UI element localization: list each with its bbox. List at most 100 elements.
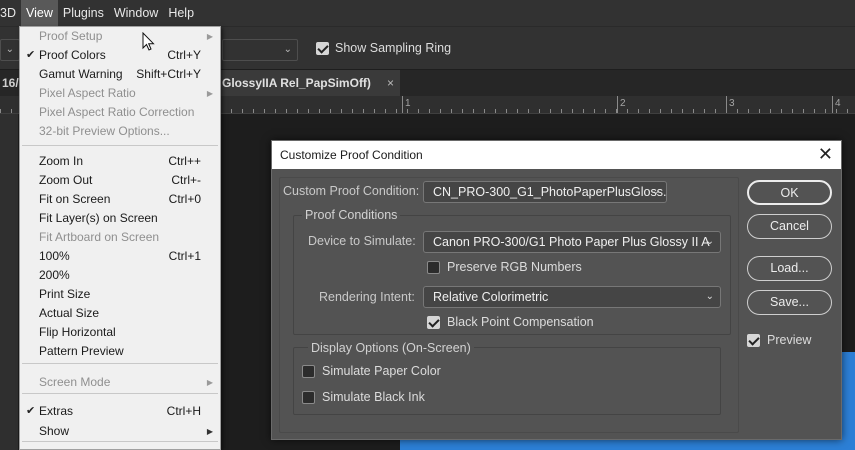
menu-window[interactable]: Window — [109, 0, 163, 26]
ruler-major-tick — [726, 96, 727, 113]
simulate-black-ink-option[interactable]: Simulate Black Ink — [302, 390, 425, 404]
simulate-black-ink-checkbox[interactable] — [302, 390, 315, 404]
menu-item-extras[interactable]: ✔ Extras Ctrl+H — [20, 402, 220, 421]
cancel-button[interactable]: Cancel — [747, 214, 832, 239]
menu-item-label: Fit on Screen — [39, 192, 111, 206]
simulate-paper-color-checkbox[interactable] — [302, 364, 315, 378]
menu-plugins[interactable]: Plugins — [58, 0, 109, 26]
document-tab-active[interactable]: GlossyIIA Rel_PapSimOff) × — [218, 70, 400, 96]
menu-item-label: Gamut Warning — [39, 67, 123, 81]
menu-item-shortcut: Ctrl+H — [166, 404, 201, 418]
menu-item-zoom-in[interactable]: Zoom In Ctrl++ — [20, 152, 220, 171]
ruler-tick — [495, 109, 496, 113]
custom-proof-condition-select[interactable]: CN_PRO-300_G1_PhotoPaperPlusGloss... ⌄ — [423, 181, 667, 203]
menu-item-proof-colors[interactable]: ✔ Proof Colors Ctrl+Y — [20, 46, 220, 65]
ruler-tick — [539, 109, 540, 113]
preserve-rgb-option[interactable]: Preserve RGB Numbers — [427, 260, 582, 274]
menu-item-label: Proof Colors — [39, 48, 106, 62]
proof-conditions-heading: Proof Conditions — [302, 208, 401, 222]
menu-separator — [22, 393, 218, 394]
menu-item-fit-layer-s-on-screen[interactable]: Fit Layer(s) on Screen — [20, 209, 220, 228]
chevron-down-icon: ⌄ — [5, 44, 14, 55]
ruler-tick — [286, 109, 287, 113]
chevron-down-icon: ⌄ — [705, 291, 714, 302]
ruler-tick — [770, 109, 771, 113]
ruler-tick — [473, 109, 474, 113]
ruler-tick — [264, 109, 265, 113]
menu-item-100[interactable]: 100% Ctrl+1 — [20, 247, 220, 266]
mouse-cursor-icon — [142, 32, 155, 51]
menu-item-flip-horizontal[interactable]: Flip Horizontal — [20, 323, 220, 342]
ruler-tick — [836, 109, 837, 113]
ruler-tick — [363, 109, 364, 113]
preview-option[interactable]: Preview — [747, 333, 811, 347]
close-icon[interactable]: × — [387, 70, 394, 96]
menu-item-label: Actual Size — [39, 306, 100, 320]
menu-item-label: Show — [39, 424, 70, 438]
document-tab-previous[interactable]: 16/ — [0, 70, 19, 96]
preview-label: Preview — [767, 333, 812, 347]
ruler-tick — [671, 109, 672, 113]
device-to-simulate-value: Canon PRO-300/G1 Photo Paper Plus Glossy… — [433, 235, 710, 249]
preview-checkbox[interactable] — [747, 333, 760, 347]
device-to-simulate-select[interactable]: Canon PRO-300/G1 Photo Paper Plus Glossy… — [423, 231, 721, 253]
menu-item-label: Fit Layer(s) on Screen — [39, 211, 158, 225]
simulate-paper-color-option[interactable]: Simulate Paper Color — [302, 364, 441, 378]
black-point-checkbox[interactable] — [427, 315, 440, 329]
load-button[interactable]: Load... — [747, 256, 832, 281]
menu-item-actual-size[interactable]: Actual Size — [20, 304, 220, 323]
menu-view[interactable]: View — [20, 0, 58, 26]
ruler-tick — [341, 109, 342, 113]
ruler-tick — [308, 109, 309, 113]
preserve-rgb-checkbox[interactable] — [427, 260, 440, 274]
menu-item-label: Fit Artboard on Screen — [39, 230, 160, 244]
menu-item-32-bit-preview-options: 32-bit Preview Options... — [20, 122, 220, 141]
ruler-tick — [407, 109, 408, 113]
dialog-title-bar: Customize Proof Condition ✕ — [272, 141, 841, 169]
ruler-tick — [814, 109, 815, 113]
ruler-tick — [528, 109, 529, 113]
view-menu-dropdown: Proof Setup ▶ ✔ Proof Colors Ctrl+Y Gamut War… — [19, 26, 221, 450]
show-sampling-ring-label: Show Sampling Ring — [335, 41, 452, 55]
ruler-tick — [385, 109, 386, 113]
sample-size-dropdown[interactable]: ⌄ — [0, 39, 20, 61]
ruler-tick — [572, 109, 573, 113]
menu-item-label: Zoom Out — [39, 173, 93, 187]
ruler-tick — [737, 109, 738, 113]
chevron-down-icon: ⌄ — [283, 44, 292, 55]
ruler-tick — [418, 109, 419, 113]
menu-item-fit-on-screen[interactable]: Fit on Screen Ctrl+0 — [20, 190, 220, 209]
submenu-arrow-icon: ▶ — [206, 427, 213, 436]
menu-item-pixel-aspect-ratio: Pixel Aspect Ratio ▶ — [20, 84, 220, 103]
menu-item-pattern-preview[interactable]: Pattern Preview — [20, 342, 220, 361]
sample-layers-dropdown[interactable]: ⌄ — [222, 39, 298, 61]
menu-item-label: Screen Mode — [39, 375, 111, 389]
menu-item-show[interactable]: Show ▶ — [20, 422, 220, 441]
black-point-label: Black Point Compensation — [447, 315, 594, 329]
menu-help[interactable]: Help — [163, 0, 199, 26]
menu-3d[interactable]: 3D — [0, 0, 21, 26]
close-icon[interactable]: ✕ — [818, 141, 833, 168]
ruler-tick — [451, 109, 452, 113]
ruler-tick — [682, 109, 683, 113]
save-button[interactable]: Save... — [747, 290, 832, 315]
ruler-tick — [440, 109, 441, 113]
menu-item-200[interactable]: 200% — [20, 266, 220, 285]
menu-item-shortcut: Ctrl+- — [171, 173, 201, 187]
device-to-simulate-label: Device to Simulate: — [308, 234, 416, 248]
ruler-tick — [253, 109, 254, 113]
menu-item-print-size[interactable]: Print Size — [20, 285, 220, 304]
preserve-rgb-label: Preserve RGB Numbers — [447, 260, 582, 274]
submenu-arrow-icon: ▶ — [206, 378, 213, 387]
rendering-intent-select[interactable]: Relative Colorimetric ⌄ — [423, 286, 721, 308]
show-sampling-ring-checkbox[interactable] — [316, 41, 329, 55]
customize-proof-condition-dialog: Customize Proof Condition ✕ Custom Proof… — [271, 140, 842, 440]
menu-item-zoom-out[interactable]: Zoom Out Ctrl+- — [20, 171, 220, 190]
show-sampling-ring-option[interactable]: Show Sampling Ring — [316, 41, 451, 55]
ruler-tick — [583, 109, 584, 113]
black-point-option[interactable]: Black Point Compensation — [427, 315, 594, 329]
ok-button[interactable]: OK — [747, 180, 832, 205]
menu-item-gamut-warning[interactable]: Gamut Warning Shift+Ctrl+Y — [20, 65, 220, 84]
ruler-label: 4 — [835, 98, 841, 109]
ruler-label: 1 — [405, 98, 411, 109]
